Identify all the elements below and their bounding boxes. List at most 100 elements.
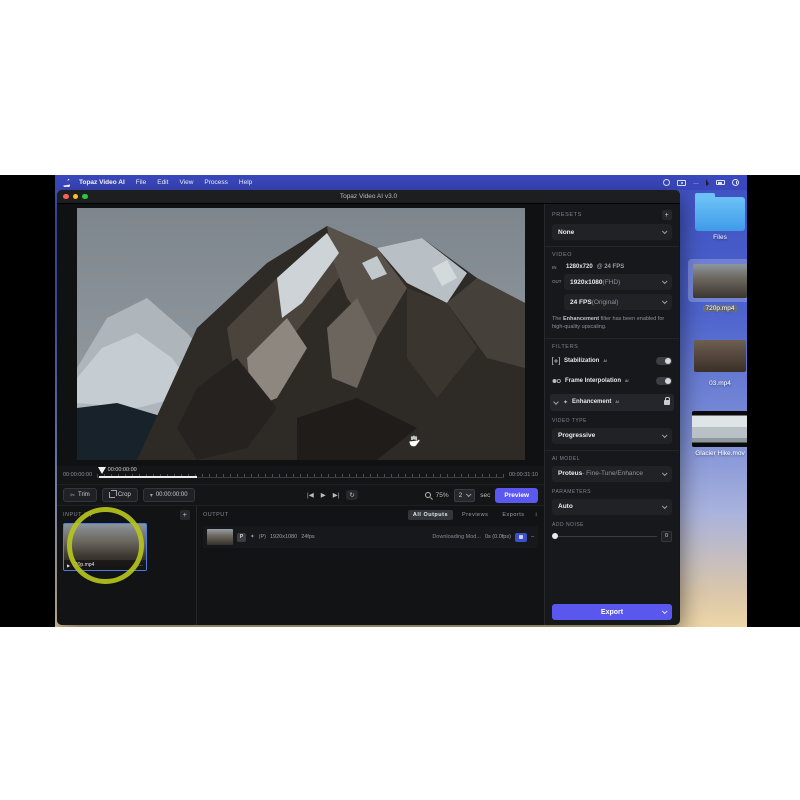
output-paren-label: (P) <box>259 534 266 540</box>
desktop-icon-label: 03.mp4 <box>688 380 747 387</box>
stop-export-icon[interactable] <box>515 533 527 542</box>
video-preview[interactable] <box>77 208 525 460</box>
enhancement-note: The Enhancement filter has been enabled … <box>552 316 672 332</box>
output-resolution-dropdown[interactable]: 1920x1080 (FHD) <box>564 274 672 290</box>
chevron-down-icon <box>662 278 668 284</box>
preview-length-select[interactable]: 2 <box>454 489 476 502</box>
desktop-icon-glacier[interactable]: Glacier Hike.mov <box>686 411 747 457</box>
proteus-badge: P <box>237 533 246 542</box>
zoom-magnifier-icon[interactable] <box>425 492 431 498</box>
play-button[interactable]: ▶ <box>321 491 326 499</box>
output-framerate-value: 24 FPS <box>570 299 592 306</box>
parameters-dropdown[interactable]: Auto <box>552 499 672 515</box>
chevron-down-icon <box>662 228 668 234</box>
add-noise-slider[interactable] <box>552 536 657 537</box>
screen-recording-frame: Topaz Video AI File Edit View Process He… <box>0 175 800 627</box>
crop-icon <box>109 492 115 498</box>
window-title-bar[interactable]: Topaz Video AI v3.0 <box>57 190 680 204</box>
menu-item-view[interactable]: View <box>179 179 193 186</box>
clock-icon[interactable] <box>732 179 739 186</box>
presets-header: PRESETS <box>552 212 582 218</box>
output-framerate-suffix: (Original) <box>592 299 619 306</box>
settings-sidebar: PRESETS + None VIDEO IN 1280x720 @ 24 <box>545 204 679 625</box>
desktop-icon-files[interactable]: Files <box>688 197 747 241</box>
desktop-icon-03[interactable]: 03.mp4 <box>688 340 747 387</box>
add-noise-value[interactable]: 0 <box>661 531 672 542</box>
battery-icon[interactable] <box>716 180 725 185</box>
desktop-icon-label: Files <box>688 234 747 241</box>
frame-interpolation-toggle[interactable] <box>656 377 672 385</box>
playback-toolbar: ✂ Trim Crop ▾ 00:00:00:00 <box>57 484 544 506</box>
video-thumbnail <box>693 264 747 298</box>
sort-icon[interactable]: ↕ <box>535 512 539 518</box>
menu-item-file[interactable]: File <box>136 179 146 186</box>
zoom-level[interactable]: 75% <box>436 492 449 499</box>
divider <box>545 246 679 247</box>
trim-segment[interactable] <box>99 476 197 478</box>
playhead-marker[interactable] <box>98 467 106 474</box>
trim-label: Trim <box>78 492 90 498</box>
output-resolution-value: 1920x1080 <box>570 279 603 286</box>
frame-interpolation-label: Frame Interpolation <box>565 378 621 384</box>
video-type-dropdown[interactable]: Progressive <box>552 428 672 444</box>
filter-stabilization[interactable]: Stabilization AI <box>552 353 672 370</box>
chevron-down-icon <box>553 400 559 406</box>
chevron-down-icon <box>662 503 668 509</box>
filter-enhancement[interactable]: ✦ Enhancement AI <box>550 394 674 411</box>
sec-label: sec <box>480 492 490 499</box>
apple-menu-icon[interactable] <box>63 179 70 187</box>
pointer-icon <box>706 179 709 186</box>
annotation-circle <box>67 507 144 584</box>
add-noise-label: ADD NOISE <box>552 522 672 528</box>
video-thumbnail <box>692 411 747 447</box>
filter-frame-interpolation[interactable]: Frame Interpolation AI <box>552 373 672 390</box>
scissors-icon: ✂ <box>70 492 75 499</box>
remove-output-icon[interactable]: – <box>531 534 534 540</box>
loop-button[interactable]: ↻ <box>346 490 357 500</box>
video-thumbnail <box>694 340 746 372</box>
mountain-frame <box>77 208 525 460</box>
app-window: Topaz Video AI v3.0 <box>57 190 680 625</box>
timecode-box[interactable]: ▾ 00:00:00:00 <box>143 488 195 502</box>
previous-frame-button[interactable]: |◀ <box>307 491 314 499</box>
folder-icon <box>695 197 745 231</box>
record-badge-icon[interactable] <box>663 179 670 186</box>
stabilization-toggle[interactable] <box>656 357 672 365</box>
menu-item-process[interactable]: Process <box>204 179 227 186</box>
input-framerate: @ 24 FPS <box>597 264 625 270</box>
tab-previews[interactable]: Previews <box>457 510 493 520</box>
next-frame-button[interactable]: ▶| <box>333 491 340 499</box>
preview-length-value: 2 <box>459 492 463 499</box>
ai-model-dropdown[interactable]: Proteus - Fine-Tune/Enhance <box>552 466 672 482</box>
more-status-icon[interactable]: … <box>693 180 699 186</box>
add-preset-button[interactable]: + <box>662 210 672 220</box>
lock-icon <box>664 400 670 405</box>
screen-mirroring-icon[interactable] <box>677 180 686 186</box>
output-framerate-dropdown[interactable]: 24 FPS (Original) <box>564 294 672 310</box>
menu-app-name[interactable]: Topaz Video AI <box>79 179 125 186</box>
preview-button[interactable]: Preview <box>495 488 538 503</box>
output-status: Downloading Mod... <box>432 534 481 540</box>
ai-superscript: AI <box>603 359 607 363</box>
output-resolution: 1920x1080 <box>270 534 297 540</box>
output-row[interactable]: P ✦ (P) 1920x1080 24fps Downloading Mod.… <box>203 526 538 548</box>
desktop-icon-720p[interactable]: 720p.mp4 <box>688 259 747 312</box>
timeline-ruler[interactable]: 00:00:00:00 <box>97 466 504 484</box>
timeline[interactable]: 00:00:00:00 00:00:00:00 00:00:31:10 <box>57 466 544 484</box>
triangle-down-icon: ▾ <box>150 492 153 499</box>
menu-item-edit[interactable]: Edit <box>157 179 168 186</box>
window-title: Topaz Video AI v3.0 <box>57 193 680 200</box>
menu-item-help[interactable]: Help <box>239 179 252 186</box>
ai-model-label: AI MODEL <box>552 456 672 462</box>
tab-all-outputs[interactable]: All Outputs <box>408 510 453 520</box>
trim-button[interactable]: ✂ Trim <box>63 488 97 502</box>
tab-exports[interactable]: Exports <box>497 510 529 520</box>
export-button[interactable]: Export <box>552 604 672 620</box>
add-noise-row: 0 <box>552 531 672 542</box>
crop-button[interactable]: Crop <box>102 488 138 502</box>
preset-dropdown[interactable]: None <box>552 224 672 240</box>
video-header: VIDEO <box>552 252 572 258</box>
video-type-value: Progressive <box>558 432 595 439</box>
output-resolution-suffix: (FHD) <box>603 279 621 286</box>
add-input-button[interactable]: + <box>180 510 190 520</box>
